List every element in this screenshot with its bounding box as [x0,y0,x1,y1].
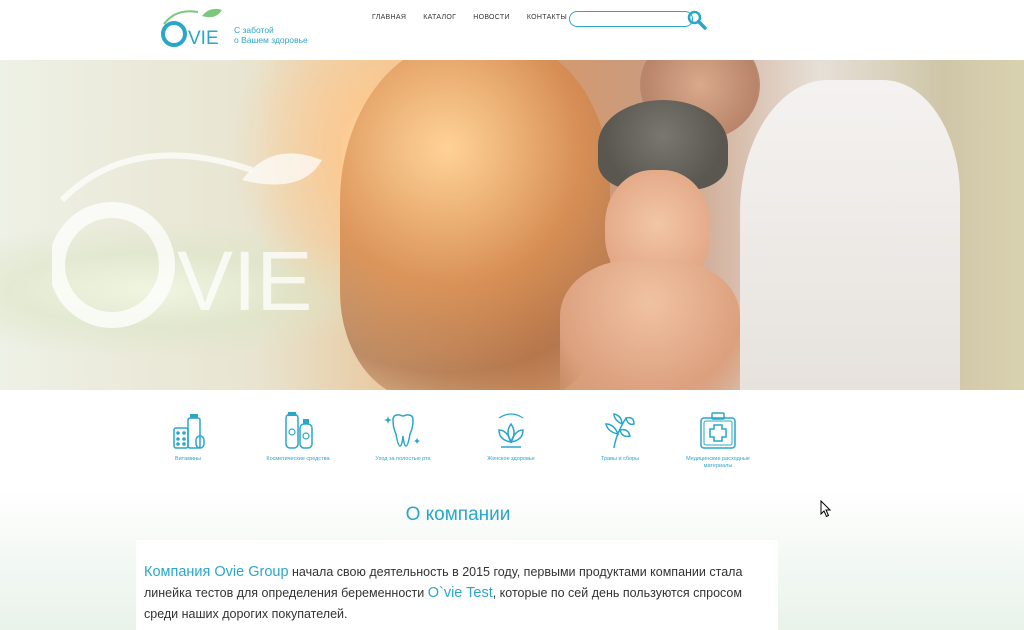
category-label: Травы и сборы [600,456,640,462]
category-medical-supplies[interactable]: Медицинские расходные материалы [673,410,763,470]
logo-text: VIE [188,28,219,49]
lotus-icon [498,413,524,448]
cosmetics-icon [285,412,313,449]
main-nav: ГЛАВНАЯ КАТАЛОГ НОВОСТИ КОНТАКТЫ [372,14,584,21]
categories-bar: Витамины Косметические средства Уход за … [0,400,1024,490]
hero-watermark-text: VIE [177,234,312,328]
first-aid-icon [700,412,736,449]
category-herbs[interactable]: Травы и сборы [575,410,665,463]
category-vitamins[interactable]: Витамины [143,410,233,463]
hero-watermark-logo: VIE [52,152,322,328]
site-header: VIE С заботой о Вашем здоровье ГЛАВНАЯ К… [0,0,1024,60]
tooth-icon [384,414,420,447]
category-label: Женское здоровье [487,456,535,462]
mouse-cursor-icon [820,500,832,518]
search-button[interactable] [686,9,708,31]
category-label: Медицинские расходные материалы [686,456,750,469]
category-label: Витамины [174,456,202,462]
search-icon [687,10,707,30]
tagline-line1: С заботой [234,25,274,35]
logo[interactable]: VIE [158,4,228,50]
company-name: Компания Ovie Group [144,564,289,580]
nav-contacts[interactable]: КОНТАКТЫ [527,14,567,21]
hero-baby-body [560,260,740,390]
category-oral-care[interactable]: Уход за полостью рта [358,410,448,463]
herbs-icon [605,413,635,449]
product-name: O`vie Test [427,585,493,601]
about-paragraph: Компания Ovie Group начала свою деятельн… [144,562,764,625]
tagline: С заботой о Вашем здоровье [234,25,308,45]
vitamins-icon [173,414,205,449]
category-label: Уход за полостью рта [375,456,431,462]
tagline-line2: о Вашем здоровье [234,35,308,45]
nav-catalog[interactable]: КАТАЛОГ [423,14,456,21]
hero-banner: VIE [0,60,1024,390]
about-title: О компании [405,504,511,525]
search-input[interactable] [569,11,693,27]
nav-news[interactable]: НОВОСТИ [473,14,510,21]
nav-home[interactable]: ГЛАВНАЯ [372,14,406,21]
category-label: Косметические средства [266,456,330,462]
category-womens-health[interactable]: Женское здоровье [466,410,556,463]
hero-man-shirt [740,80,960,390]
category-cosmetics[interactable]: Косметические средства [253,410,343,463]
